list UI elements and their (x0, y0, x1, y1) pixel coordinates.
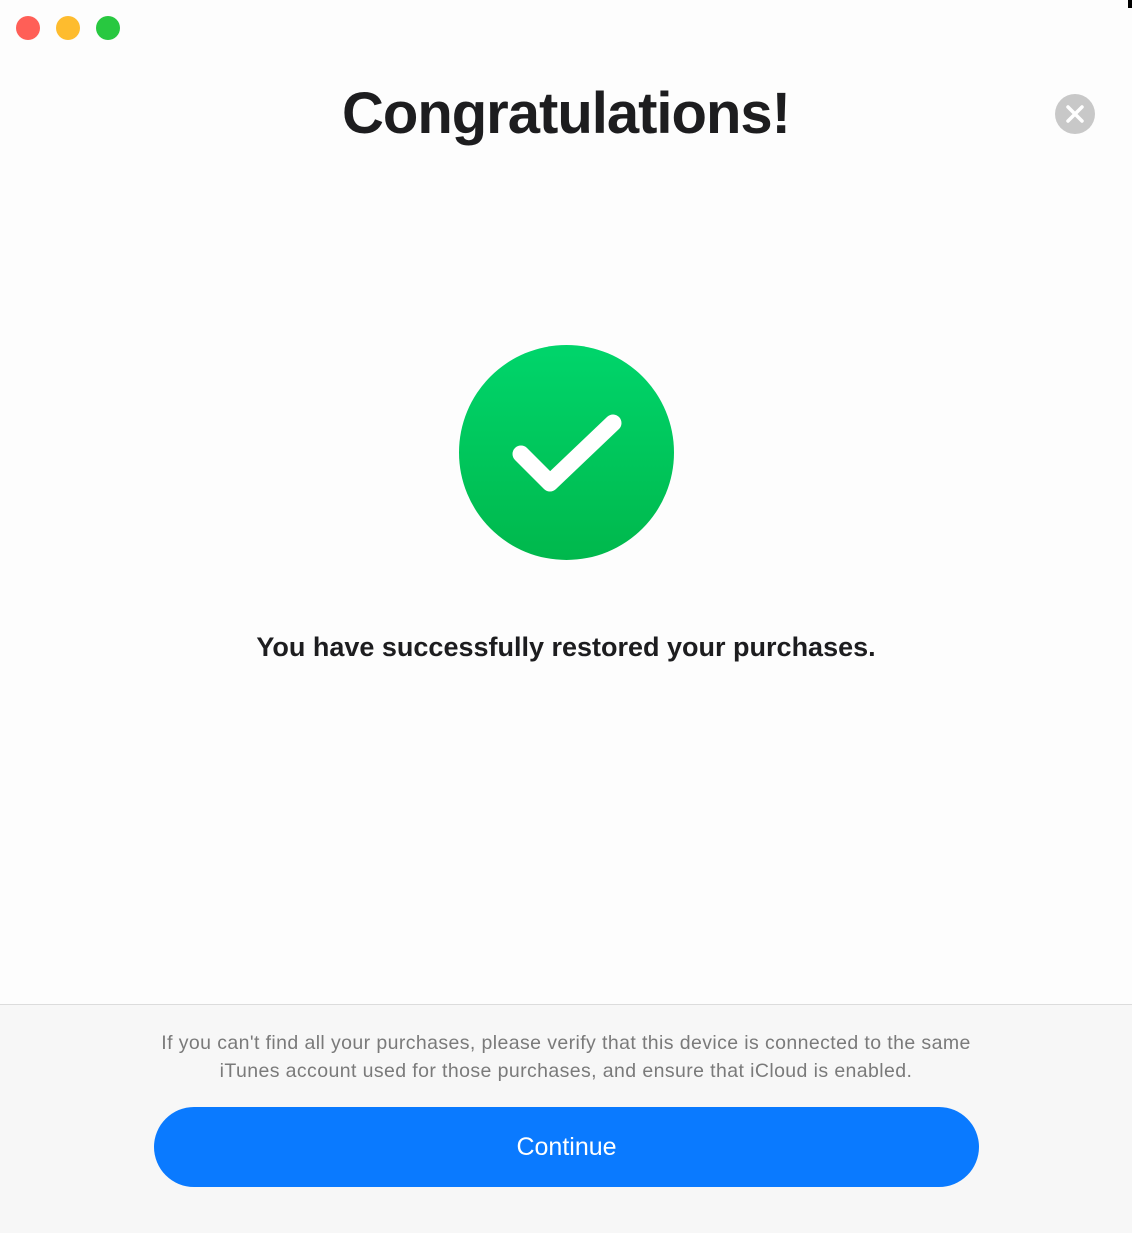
continue-button[interactable]: Continue (154, 1107, 979, 1187)
success-checkmark-icon (459, 345, 674, 560)
footer: If you can't find all your purchases, pl… (0, 1004, 1132, 1233)
x-circle-icon (1066, 105, 1084, 123)
window-minimize-button[interactable] (56, 16, 80, 40)
success-message: You have successfully restored your purc… (256, 632, 876, 662)
window-close-button[interactable] (16, 16, 40, 40)
page-title: Congratulations! (342, 81, 791, 146)
help-note: If you can't find all your purchases, pl… (161, 1032, 971, 1082)
window-zoom-button[interactable] (96, 16, 120, 40)
window-edge-marker (1128, 0, 1132, 8)
close-button[interactable] (1055, 94, 1095, 134)
